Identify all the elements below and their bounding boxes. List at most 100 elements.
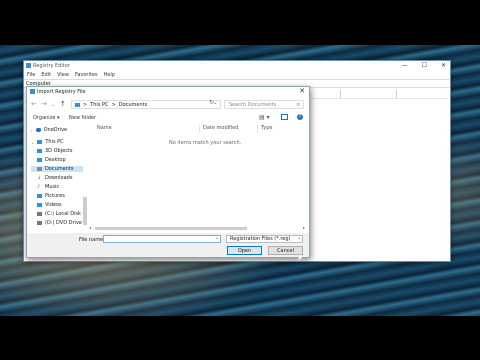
letterbox-bottom [0, 316, 480, 360]
mouse-pointer-icon: ➤ [297, 254, 303, 262]
dialog-app-icon [30, 89, 35, 94]
letterbox-top [0, 0, 480, 45]
document-icon [37, 167, 42, 171]
nav-item-label: (C:) Local Disk [45, 211, 81, 217]
nav-item-onedrive[interactable]: › OneDrive [31, 127, 67, 133]
registry-values-header [308, 90, 448, 99]
expand-chevron-icon[interactable]: › [31, 128, 33, 133]
scrollbar-thumb[interactable] [95, 227, 247, 230]
dialog-footer: File name: ⌄ Registration Files (*.reg) … [27, 233, 309, 257]
recent-locations-chevron-icon[interactable]: ⌄ [51, 102, 55, 108]
dialog-close-icon[interactable]: ✕ [299, 87, 305, 95]
menu-favorites[interactable]: Favorites [75, 72, 98, 78]
column-header-type[interactable]: Type [261, 125, 272, 131]
menu-file[interactable]: File [27, 72, 35, 78]
search-placeholder: Search Documents [229, 101, 277, 108]
video-icon [37, 203, 42, 207]
cube-icon [37, 149, 42, 153]
nav-item-label: Pictures [45, 193, 65, 199]
maximize-icon[interactable]: ☐ [422, 62, 427, 69]
dvd-icon [37, 221, 42, 225]
dialog-title: Import Registry File [37, 89, 86, 95]
navigation-pane: › OneDrive ⌄ This PC 3D Objects Desktop … [29, 125, 87, 227]
refresh-icon[interactable]: ↻ [209, 99, 214, 106]
column-separator [340, 90, 341, 98]
open-button[interactable]: Open [227, 246, 262, 255]
nav-item-desktop[interactable]: Desktop [37, 157, 66, 163]
nav-item-label: Downloads [45, 175, 73, 181]
close-icon[interactable]: ✕ [441, 62, 446, 69]
nav-item-local-disk[interactable]: (C:) Local Disk [37, 211, 81, 217]
nav-pane-scrollbar[interactable] [83, 197, 87, 225]
nav-item-3d-objects[interactable]: 3D Objects [37, 148, 73, 154]
file-type-value: Registration Files (*.reg) [230, 236, 291, 242]
nav-item-pictures[interactable]: Pictures [37, 193, 65, 199]
nav-item-documents[interactable]: Documents [31, 166, 83, 172]
menu-help[interactable]: Help [104, 72, 115, 78]
nav-item-label: Music [45, 184, 60, 190]
help-icon[interactable]: ? [297, 114, 303, 120]
navigation-bar: ← → ⌄ ↑ > This PC > Documents ⌄ ↻ Search… [27, 99, 309, 111]
nav-item-label: Documents [45, 166, 74, 172]
breadcrumb-separator: > [111, 101, 116, 108]
breadcrumb-separator: > [83, 101, 88, 108]
search-input[interactable]: Search Documents ⌕ [224, 100, 304, 109]
organize-button[interactable]: Organize ▾ [33, 115, 60, 121]
music-icon: ♪ [37, 184, 41, 190]
nav-item-this-pc[interactable]: ⌄ This PC [31, 139, 64, 145]
file-name-label: File name: [79, 237, 105, 243]
registry-editor-title: Registry Editor [33, 63, 70, 69]
menu-view[interactable]: View [57, 72, 69, 78]
registry-menubar: File Edit View Favorites Help [24, 71, 450, 79]
command-bar: Organize ▾ New folder ▤ ▾ ? [27, 113, 309, 123]
scroll-left-icon[interactable]: ◂ [89, 225, 91, 230]
download-icon: ↓ [37, 175, 42, 181]
column-separator [199, 125, 200, 133]
up-arrow-icon[interactable]: ↑ [60, 100, 66, 108]
column-header-date-modified[interactable]: Date modified [203, 125, 238, 131]
picture-icon [37, 194, 42, 198]
cloud-icon [35, 128, 41, 132]
preview-pane-icon[interactable] [281, 114, 288, 120]
window-controls: — ☐ ✕ [402, 62, 446, 69]
empty-list-message: No items match your search. [169, 140, 242, 146]
computer-icon [37, 140, 43, 144]
file-type-dropdown-icon[interactable]: ⌄ [297, 235, 301, 241]
nav-item-dvd-drive[interactable]: (D:) DVD Drive ( [37, 220, 86, 226]
breadcrumb-this-pc[interactable]: This PC [90, 102, 108, 108]
nav-item-label: This PC [45, 139, 64, 145]
nav-item-music[interactable]: ♪ Music [37, 184, 59, 190]
nav-item-label: 3D Objects [45, 148, 73, 154]
file-list-area: Name Date modified Type No items match y… [89, 125, 305, 225]
nav-item-label: OneDrive [43, 127, 68, 133]
new-folder-button[interactable]: New folder [69, 115, 96, 121]
desktop-icon [37, 158, 42, 162]
file-type-select[interactable]: Registration Files (*.reg) [226, 235, 303, 243]
address-bar[interactable]: > This PC > Documents [71, 100, 221, 109]
file-name-input[interactable] [103, 235, 221, 243]
dialog-titlebar: Import Registry File ✕ [27, 87, 309, 97]
nav-item-videos[interactable]: Videos [37, 202, 62, 208]
minimize-icon[interactable]: — [402, 62, 408, 69]
collapse-chevron-icon[interactable]: ⌄ [31, 140, 34, 145]
nav-item-downloads[interactable]: ↓ Downloads [37, 175, 72, 181]
horizontal-scrollbar[interactable]: ◂ ▸ [89, 225, 305, 231]
breadcrumb-documents[interactable]: Documents [119, 102, 148, 108]
drive-icon [37, 212, 42, 216]
pc-icon [75, 102, 80, 107]
nav-item-label: (D:) DVD Drive ( [45, 220, 86, 226]
back-arrow-icon[interactable]: ← [31, 100, 37, 108]
registry-editor-titlebar: Registry Editor — ☐ ✕ [24, 61, 450, 71]
import-registry-dialog: Import Registry File ✕ ← → ⌄ ↑ > This PC… [26, 86, 310, 258]
column-header-name[interactable]: Name [97, 125, 112, 131]
view-options-icon[interactable]: ▤ ▾ [259, 114, 270, 121]
nav-item-label: Videos [45, 202, 62, 208]
scroll-right-icon[interactable]: ▸ [303, 225, 305, 230]
file-name-dropdown-icon[interactable]: ⌄ [215, 235, 219, 241]
nav-item-label: Desktop [45, 157, 66, 163]
registry-editor-icon [26, 63, 31, 68]
search-icon: ⌕ [296, 101, 300, 108]
forward-arrow-icon[interactable]: → [41, 100, 47, 108]
menu-edit[interactable]: Edit [41, 72, 51, 78]
column-separator [257, 125, 258, 133]
